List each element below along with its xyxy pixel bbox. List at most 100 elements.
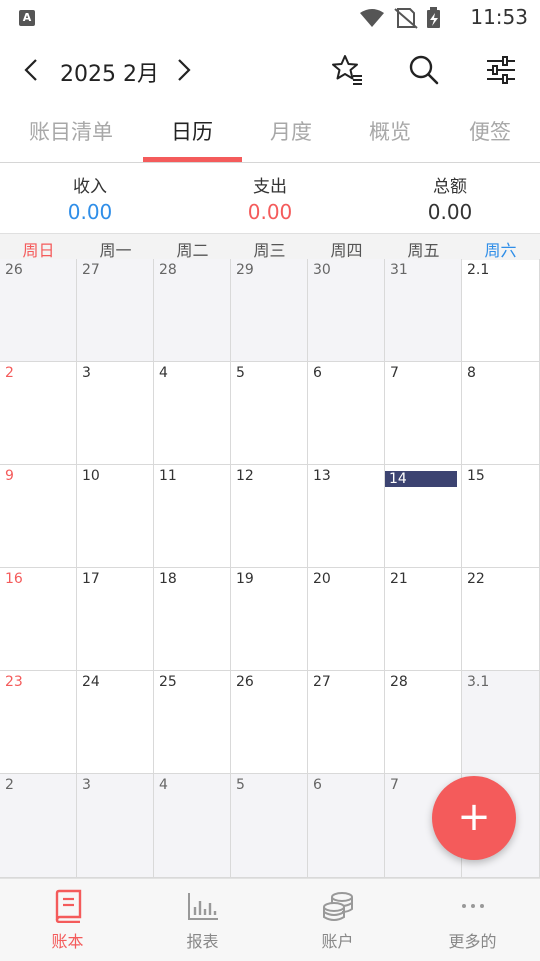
nav-more-label: 更多的: [448, 932, 497, 951]
day-number: 5: [236, 365, 245, 381]
calendar-day[interactable]: 18: [154, 568, 231, 671]
nav-accounts-label: 账户: [321, 932, 354, 951]
calendar-day[interactable]: 24: [77, 671, 154, 774]
tab-account-list[interactable]: 账目清单: [21, 116, 121, 146]
total-summary: 总额 0.00: [360, 172, 540, 224]
calendar-day[interactable]: 9: [0, 465, 77, 568]
calendar-day[interactable]: 2: [0, 774, 77, 878]
calendar-day[interactable]: 5: [231, 362, 308, 465]
tab-monthly[interactable]: 月度: [241, 116, 341, 146]
day-number: 30: [313, 262, 331, 278]
nav-reports-label: 报表: [186, 932, 219, 951]
tab-calendar[interactable]: 日历: [142, 116, 242, 146]
month-title[interactable]: 2025 2月: [60, 56, 159, 88]
book-icon: [55, 889, 81, 923]
calendar-day[interactable]: 20: [308, 568, 385, 671]
tab-notes[interactable]: 便签: [440, 116, 540, 146]
calendar-day[interactable]: 29: [231, 259, 308, 362]
calendar-day[interactable]: 27: [77, 259, 154, 362]
income-summary: 收入 0.00: [0, 172, 180, 224]
calendar-day[interactable]: 27: [308, 671, 385, 774]
calendar-day[interactable]: 7: [385, 362, 462, 465]
calendar-day[interactable]: 12: [231, 465, 308, 568]
day-number: 31: [390, 262, 408, 278]
calendar-day[interactable]: 15: [462, 465, 540, 568]
income-value: 0.00: [67, 200, 113, 224]
search-icon: [409, 55, 439, 85]
status-time: 11:53: [470, 5, 528, 29]
calendar-day[interactable]: 22: [462, 568, 540, 671]
bottom-navigation: 账本 报表 账户 更多的: [0, 878, 540, 961]
day-number: 17: [82, 571, 100, 587]
weekday-label: 周一: [99, 241, 132, 260]
day-number: 23: [5, 674, 23, 690]
nav-accounts[interactable]: 账户: [270, 879, 405, 961]
calendar-day[interactable]: 11: [154, 465, 231, 568]
day-number: 16: [5, 571, 23, 587]
calendar-day[interactable]: 10: [77, 465, 154, 568]
day-number: 12: [236, 468, 254, 484]
day-number: 15: [467, 468, 485, 484]
calendar-day[interactable]: 2.1: [462, 259, 540, 362]
calendar-day[interactable]: 23: [0, 671, 77, 774]
nav-reports[interactable]: 报表: [135, 879, 270, 961]
no-sim-icon: [394, 8, 418, 29]
calendar-day[interactable]: 6: [308, 362, 385, 465]
more-dots-icon: [461, 904, 484, 908]
tab-bar: 账目清单 日历 月度 概览 便签: [0, 104, 540, 163]
next-month-button[interactable]: [170, 54, 198, 86]
calendar-day-today[interactable]: 14: [385, 465, 462, 568]
day-number: 4: [159, 365, 168, 381]
calendar-day[interactable]: 2: [0, 362, 77, 465]
calendar-day[interactable]: 3: [77, 362, 154, 465]
day-number: 2.1: [467, 262, 490, 278]
calendar-day[interactable]: 8: [462, 362, 540, 465]
calendar-day[interactable]: 5: [231, 774, 308, 878]
day-number: 14: [385, 471, 457, 487]
active-tab-indicator: [143, 157, 242, 162]
day-number: 18: [159, 571, 177, 587]
calendar-day[interactable]: 30: [308, 259, 385, 362]
calendar-day[interactable]: 28: [385, 671, 462, 774]
day-number: 20: [313, 571, 331, 587]
favorites-button[interactable]: [329, 52, 365, 88]
calendar-day[interactable]: 21: [385, 568, 462, 671]
tab-overview[interactable]: 概览: [340, 116, 440, 146]
total-label: 总额: [433, 177, 467, 197]
calendar-day[interactable]: 4: [154, 774, 231, 878]
calendar-day[interactable]: 25: [154, 671, 231, 774]
calendar-day[interactable]: 17: [77, 568, 154, 671]
day-number: 5: [236, 777, 245, 793]
calendar-day[interactable]: 13: [308, 465, 385, 568]
calendar-day[interactable]: 6: [308, 774, 385, 878]
day-number: 6: [313, 365, 322, 381]
weekday-label: 周五: [407, 241, 440, 260]
add-entry-button[interactable]: +: [432, 776, 516, 860]
day-number: 8: [467, 365, 476, 381]
nav-ledger[interactable]: 账本: [0, 879, 135, 961]
calendar-day[interactable]: 4: [154, 362, 231, 465]
calendar-day[interactable]: 26: [231, 671, 308, 774]
search-button[interactable]: [406, 52, 442, 88]
calendar-day[interactable]: 26: [0, 259, 77, 362]
day-number: 19: [236, 571, 254, 587]
calendar-day[interactable]: 3: [77, 774, 154, 878]
expense-label: 支出: [253, 177, 287, 197]
day-number: 22: [467, 571, 485, 587]
day-number: 2: [5, 777, 14, 793]
header: 2025 2月: [0, 36, 540, 104]
day-number: 25: [159, 674, 177, 690]
calendar-day[interactable]: 31: [385, 259, 462, 362]
calendar-day[interactable]: 16: [0, 568, 77, 671]
previous-month-button[interactable]: [18, 54, 46, 86]
day-number: 26: [5, 262, 23, 278]
calendar-day[interactable]: 19: [231, 568, 308, 671]
day-number: 21: [390, 571, 408, 587]
calendar-day[interactable]: 28: [154, 259, 231, 362]
chevron-left-icon: [24, 59, 37, 81]
calendar-day[interactable]: 3.1: [462, 671, 540, 774]
nav-more[interactable]: 更多的: [405, 879, 540, 961]
day-number: 13: [313, 468, 331, 484]
filter-button[interactable]: [483, 52, 519, 88]
day-number: 7: [390, 777, 399, 793]
